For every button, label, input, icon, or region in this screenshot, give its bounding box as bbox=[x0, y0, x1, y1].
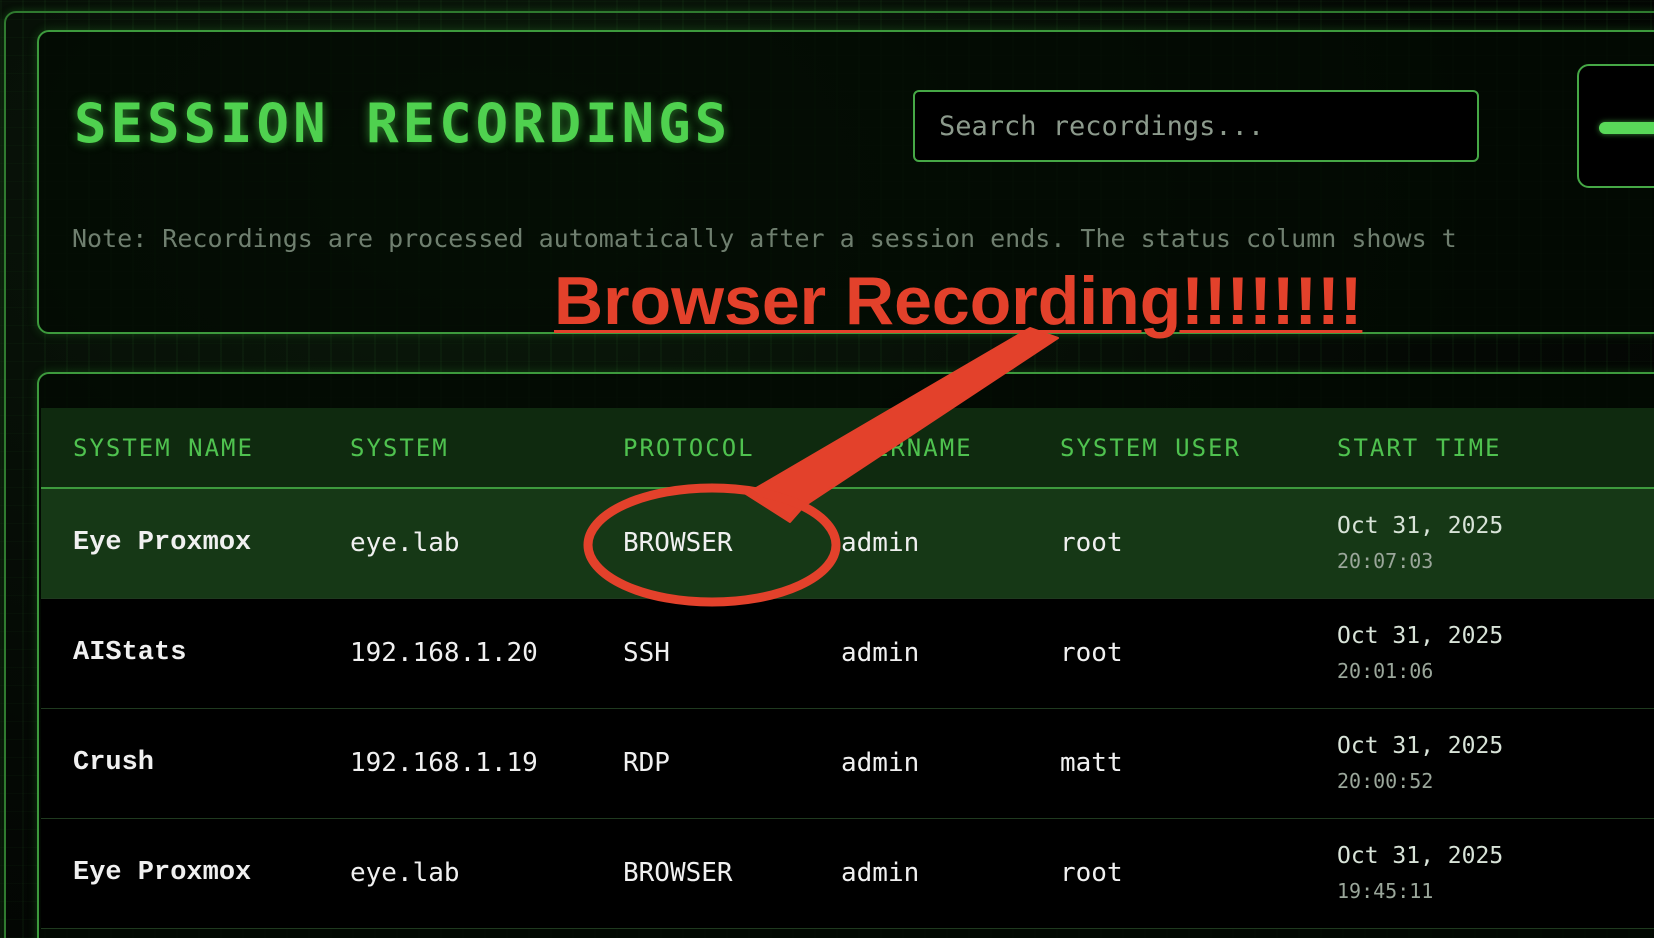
toggle-button[interactable] bbox=[1577, 64, 1654, 188]
start-clock: 19:45:11 bbox=[1337, 879, 1434, 903]
start-date: Oct 31, 2025 bbox=[1337, 843, 1504, 869]
column-header-system-name[interactable]: SYSTEM NAME bbox=[41, 408, 318, 488]
search-input[interactable] bbox=[913, 90, 1479, 162]
cell-protocol: RDP bbox=[623, 748, 670, 778]
cell-system-name: Crush bbox=[73, 748, 155, 778]
recordings-note: Note: Recordings are processed automatic… bbox=[72, 224, 1457, 253]
table-row[interactable]: Eye Proxmox eye.lab BROWSER admin root O… bbox=[41, 818, 1654, 928]
cell-username: admin bbox=[841, 528, 920, 559]
toggle-bar-icon bbox=[1599, 122, 1654, 134]
column-header-username[interactable]: USERNAME bbox=[809, 408, 1028, 488]
column-header-start-time[interactable]: START TIME bbox=[1305, 408, 1654, 488]
table-row[interactable]: AIStats 192.168.1.20 SSH admin root Oct … bbox=[41, 598, 1654, 708]
table-header-row: SYSTEM NAME SYSTEM PROTOCOL USERNAME SYS… bbox=[41, 408, 1654, 488]
cell-start-time: Oct 31, 2025 20:01:06 bbox=[1305, 598, 1654, 708]
recordings-table: SYSTEM NAME SYSTEM PROTOCOL USERNAME SYS… bbox=[41, 408, 1654, 929]
cell-protocol: BROWSER bbox=[623, 528, 733, 559]
start-date: Oct 31, 2025 bbox=[1337, 733, 1504, 759]
cell-system-name: Eye Proxmox bbox=[73, 858, 252, 888]
cell-username: admin bbox=[841, 748, 920, 778]
column-header-protocol[interactable]: PROTOCOL bbox=[591, 408, 809, 488]
cell-username: admin bbox=[841, 638, 920, 668]
page-title: SESSION RECORDINGS bbox=[74, 92, 732, 155]
cell-system: 192.168.1.19 bbox=[350, 748, 538, 778]
table-row[interactable]: Eye Proxmox eye.lab BROWSER admin root O… bbox=[41, 488, 1654, 598]
cell-protocol: BROWSER bbox=[623, 858, 733, 888]
cell-username: admin bbox=[841, 858, 920, 888]
table-row[interactable]: Crush 192.168.1.19 RDP admin matt Oct 31… bbox=[41, 708, 1654, 818]
recordings-table-panel: SYSTEM NAME SYSTEM PROTOCOL USERNAME SYS… bbox=[37, 372, 1654, 938]
cell-protocol: SSH bbox=[623, 638, 670, 668]
cell-system: eye.lab bbox=[350, 528, 460, 559]
cell-system: eye.lab bbox=[350, 858, 460, 888]
header-panel: SESSION RECORDINGS Note: Recordings are … bbox=[37, 30, 1654, 334]
start-clock: 20:01:06 bbox=[1337, 659, 1434, 683]
cell-system-name: Eye Proxmox bbox=[73, 528, 252, 559]
column-header-system-user[interactable]: SYSTEM USER bbox=[1028, 408, 1305, 488]
start-clock: 20:07:03 bbox=[1337, 549, 1434, 574]
start-date: Oct 31, 2025 bbox=[1337, 623, 1504, 649]
cell-start-time: Oct 31, 2025 20:00:52 bbox=[1305, 708, 1654, 818]
cell-system-user: root bbox=[1060, 528, 1123, 559]
cell-start-time: Oct 31, 2025 20:07:03 bbox=[1305, 488, 1654, 598]
cell-system-name: AIStats bbox=[73, 638, 187, 668]
column-header-system[interactable]: SYSTEM bbox=[318, 408, 591, 488]
cell-start-time: Oct 31, 2025 19:45:11 bbox=[1305, 818, 1654, 928]
cell-system: 192.168.1.20 bbox=[350, 638, 538, 668]
start-clock: 20:00:52 bbox=[1337, 769, 1434, 793]
cell-system-user: root bbox=[1060, 638, 1123, 668]
start-date: Oct 31, 2025 bbox=[1337, 513, 1504, 540]
cell-system-user: root bbox=[1060, 858, 1123, 888]
cell-system-user: matt bbox=[1060, 748, 1123, 778]
